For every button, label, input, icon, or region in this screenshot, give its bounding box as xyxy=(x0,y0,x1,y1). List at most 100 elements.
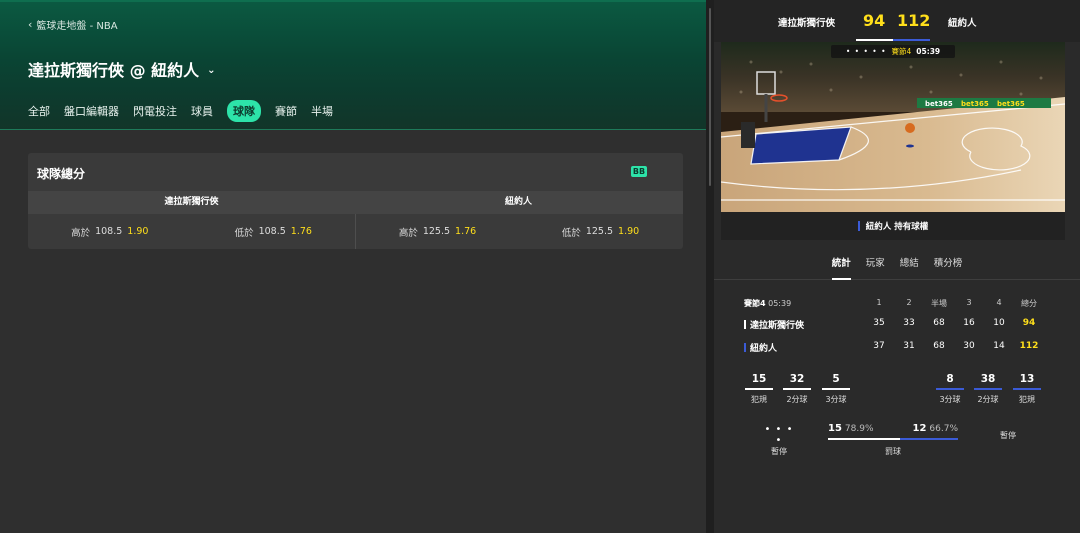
home-color-line xyxy=(856,39,893,41)
quarter-dots: • • • • • xyxy=(845,47,887,56)
away-timeouts: 暫停 xyxy=(992,430,1024,441)
away-marker xyxy=(857,221,860,231)
away-score: 112 xyxy=(897,11,931,30)
stat-value: 32 xyxy=(789,373,805,385)
tab-all[interactable]: 全部 xyxy=(28,100,50,122)
chevron-down-icon: ⌄ xyxy=(207,64,216,76)
box-score-header: 賽節4 05:39 1 2 半場 3 4 總分 xyxy=(744,298,1050,312)
market-team-away: 紐約人 xyxy=(504,197,532,207)
away-free-throws: 12 66.7% xyxy=(912,423,958,434)
away-ft-made: 12 xyxy=(912,423,927,434)
tab-teams[interactable]: 球隊 xyxy=(227,100,261,122)
ad-board-2: bet365 xyxy=(961,100,989,108)
free-throws-stat: 15 78.9% 12 66.7% 罰球 xyxy=(828,423,958,457)
odds-label: 高於 xyxy=(398,227,418,239)
home-team-name: 達拉斯獨行俠 xyxy=(778,18,836,29)
team-name: 紐約人 xyxy=(744,341,777,354)
cell: 31 xyxy=(903,341,915,351)
tab-half[interactable]: 半場 xyxy=(311,100,333,122)
stat-underline xyxy=(936,388,964,390)
ad-board-3: bet365 xyxy=(997,100,1025,108)
tab-players-live[interactable]: 玩家 xyxy=(866,252,885,279)
home-ft-made: 15 xyxy=(828,423,842,434)
market-column-headers: 達拉斯獨行俠 紐約人 xyxy=(28,191,683,214)
odds-line: 125.5 xyxy=(585,226,614,237)
odds-price: 1.76 xyxy=(455,226,477,237)
odds-button-away-over[interactable]: 高於 125.5 1.76 xyxy=(356,214,519,249)
cell: 37 xyxy=(873,341,885,351)
main-pane: ‹ 籃球走地盤 - NBA 達拉斯獨行俠 @ 紐約人 ⌄ 全部 盤口編輯器 閃電… xyxy=(0,0,706,533)
odds-line: 108.5 xyxy=(95,226,123,237)
col-half: 半場 xyxy=(931,299,947,308)
away-color-line xyxy=(893,39,930,41)
clock-time: 05:39 xyxy=(916,47,941,56)
away-ft-bar xyxy=(900,438,958,440)
home-ft-pct: 78.9% xyxy=(844,424,874,434)
home-score: 94 xyxy=(863,11,886,30)
stat-underline xyxy=(1013,388,1041,390)
away-three-pointers-stat: 8 3分球 xyxy=(936,373,964,405)
stat-label: 犯規 xyxy=(751,395,767,404)
timeout-label: 暫停 xyxy=(1000,431,1016,440)
stat-value: 8 xyxy=(946,373,954,385)
cell: 35 xyxy=(873,318,885,328)
stat-value: 38 xyxy=(980,373,996,385)
col-q1: 1 xyxy=(876,298,882,307)
odds-price: 1.76 xyxy=(290,226,312,237)
odds-group-away: 高於 125.5 1.76 低於 125.5 1.90 xyxy=(355,214,682,249)
possession-text: 紐約人 持有球權 xyxy=(865,222,929,232)
table-row: 紐約人 37 31 68 30 14 112 xyxy=(744,341,1050,355)
home-timeouts: • • • • 暫停 xyxy=(763,424,795,457)
tab-standings[interactable]: 積分榜 xyxy=(934,252,963,279)
stats-tabs: 統計 玩家 總結 積分榜 xyxy=(714,252,1080,280)
team-label: 達拉斯獨行俠 xyxy=(750,321,805,331)
odds-price: 1.90 xyxy=(127,226,149,237)
period-label: 賽節4 xyxy=(744,299,766,308)
col-q3: 3 xyxy=(966,298,972,307)
timeout-label: 暫停 xyxy=(771,447,787,456)
court-graphic: bet365 bet365 bet365 xyxy=(721,42,1065,212)
odds-button-home-over[interactable]: 高於 108.5 1.90 xyxy=(28,214,192,249)
market-header[interactable]: 球隊總分 BB xyxy=(28,153,683,191)
free-throw-values: 15 78.9% 12 66.7% xyxy=(828,423,958,434)
stat-label: 2分球 xyxy=(786,395,808,404)
tab-bet-builder[interactable]: 盤口編輯器 xyxy=(64,100,119,122)
tab-quarters[interactable]: 賽節 xyxy=(275,100,297,122)
tab-stats[interactable]: 統計 xyxy=(831,252,851,280)
tab-flash-bet[interactable]: 閃電投注 xyxy=(133,100,177,122)
match-title-selector[interactable]: 達拉斯獨行俠 @ 紐約人 ⌄ xyxy=(28,57,216,81)
breadcrumb[interactable]: ‹ 籃球走地盤 - NBA xyxy=(28,17,118,32)
odds-label: 低於 xyxy=(561,227,581,239)
col-q2: 2 xyxy=(906,298,912,307)
odds-group-home: 高於 108.5 1.90 低於 108.5 1.76 xyxy=(28,214,355,249)
stat-value: 15 xyxy=(751,373,767,385)
tab-summary[interactable]: 總結 xyxy=(900,252,919,279)
stat-value: 5 xyxy=(832,373,840,385)
odds-button-away-under[interactable]: 低於 125.5 1.90 xyxy=(519,214,682,249)
home-ft-bar xyxy=(828,438,901,440)
col-q4: 4 xyxy=(996,298,1002,307)
chevron-left-icon: ‹ xyxy=(28,18,33,31)
stat-underline xyxy=(783,388,811,390)
free-throw-bar xyxy=(828,438,958,440)
possession-banner: 紐約人 持有球權 xyxy=(721,212,1065,240)
app-root: ‹ 籃球走地盤 - NBA 達拉斯獨行俠 @ 紐約人 ⌄ 全部 盤口編輯器 閃電… xyxy=(0,0,1080,533)
match-header: ‹ 籃球走地盤 - NBA 達拉斯獨行俠 @ 紐約人 ⌄ 全部 盤口編輯器 閃電… xyxy=(0,0,706,130)
away-marker xyxy=(744,343,746,352)
away-two-pointers-stat: 38 2分球 xyxy=(974,373,1002,405)
home-three-pointers-stat: 5 3分球 xyxy=(822,373,850,405)
home-two-pointers-stat: 32 2分球 xyxy=(783,373,811,405)
away-fouls-stat: 13 犯規 xyxy=(1013,373,1041,405)
ad-board-1: bet365 xyxy=(925,100,953,108)
page-title: 達拉斯獨行俠 @ 紐約人 xyxy=(28,61,200,80)
stat-value: 13 xyxy=(1019,373,1035,385)
stat-underline xyxy=(745,388,773,390)
home-fouls-stat: 15 犯規 xyxy=(745,373,773,405)
odds-button-home-under[interactable]: 低於 108.5 1.76 xyxy=(192,214,356,249)
cell: 30 xyxy=(963,341,975,351)
period-info: 賽節4 05:39 xyxy=(744,298,791,309)
free-throw-label: 罰球 xyxy=(885,447,901,456)
court-visualization: bet365 bet365 bet365 • • • • • 賽節4 05:39 xyxy=(721,42,1065,212)
scrollbar[interactable] xyxy=(709,8,711,186)
tab-players[interactable]: 球員 xyxy=(191,100,213,122)
